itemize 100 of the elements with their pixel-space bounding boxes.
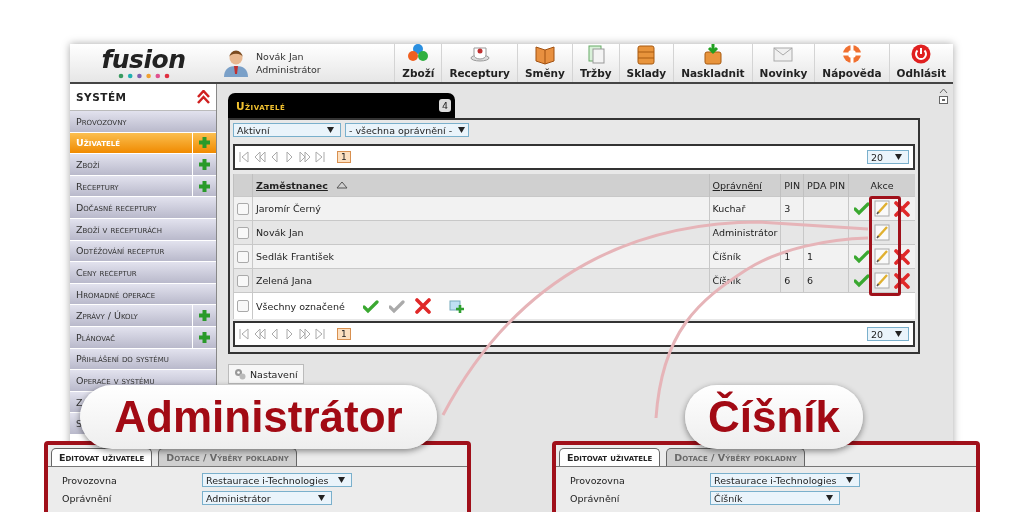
plus-icon[interactable] <box>198 330 211 344</box>
nav-button[interactable]: Tržby <box>571 44 619 82</box>
column-header: PIN <box>784 179 800 191</box>
field-label: Provozovna <box>570 474 626 486</box>
user-role: Administrátor <box>256 64 321 75</box>
power-icon <box>910 43 933 65</box>
row-checkbox[interactable] <box>237 202 249 215</box>
rewind-icon[interactable] <box>254 151 266 163</box>
user-avatar-icon <box>223 49 249 77</box>
previous-icon[interactable] <box>269 151 281 163</box>
check-icon[interactable] <box>362 298 379 314</box>
section-title: SYSTÉM <box>76 91 127 103</box>
caret-icon <box>338 477 345 483</box>
caret-icon <box>895 331 902 337</box>
box-icon <box>635 43 658 65</box>
nav-button[interactable]: Sklady <box>618 44 674 82</box>
sidebar-item[interactable]: Plánovač <box>70 326 216 349</box>
sidebar-item[interactable]: Provozovny <box>70 111 216 133</box>
tab[interactable]: Editovat uživatele <box>559 448 661 466</box>
table-cell: Jaromír Černý <box>256 203 321 214</box>
pencil-icon[interactable] <box>874 224 891 241</box>
plus-icon[interactable] <box>198 136 211 150</box>
nav-button[interactable]: Směny <box>516 44 572 82</box>
select-all-checkbox[interactable] <box>237 300 249 312</box>
scroll-top-icon[interactable] <box>938 87 948 94</box>
lifebuoy-icon <box>840 43 863 65</box>
fast-forward-icon[interactable] <box>299 151 311 163</box>
rewind-icon[interactable] <box>254 328 266 340</box>
delete-icon[interactable] <box>894 200 911 217</box>
last-page-icon[interactable] <box>314 328 326 340</box>
column-header: PDA PIN <box>807 179 846 191</box>
nav-button[interactable]: Nápověda <box>814 44 889 82</box>
caret-icon <box>895 154 902 160</box>
window-icon[interactable] <box>938 96 948 104</box>
table-cell: 1 <box>784 251 791 262</box>
table-cell: Novák Jan <box>256 227 304 238</box>
nav-button[interactable]: Naskladnit <box>673 44 752 82</box>
check-icon[interactable] <box>854 273 871 288</box>
fast-forward-icon[interactable] <box>299 328 311 340</box>
field-label: Oprávnění <box>570 492 621 504</box>
sidebar-item[interactable]: Odtěžování receptur <box>70 240 216 263</box>
delete-icon[interactable] <box>894 272 911 289</box>
row-checkbox[interactable] <box>237 226 249 239</box>
sidebar-item[interactable]: Hromadné operace <box>70 283 216 306</box>
collapse-icon[interactable] <box>197 90 210 104</box>
column-header: Akce <box>870 179 894 191</box>
tab[interactable]: Dotace / Výběry pokladny <box>666 448 805 466</box>
role-select[interactable]: Administrátor <box>202 491 332 505</box>
column-header[interactable]: Zaměstnanec <box>256 179 328 191</box>
callout-label: Číšník <box>707 392 840 442</box>
first-page-icon[interactable] <box>239 151 251 163</box>
caret-icon <box>846 477 853 483</box>
check-icon[interactable] <box>854 249 871 264</box>
table-cell: 6 <box>807 275 814 286</box>
sort-icon[interactable] <box>335 181 348 189</box>
previous-icon[interactable] <box>269 328 281 340</box>
row-checkbox[interactable] <box>237 274 249 287</box>
location-select[interactable]: Restaurace i-Technologies <box>202 473 352 487</box>
sidebar-item[interactable]: Receptury <box>70 175 216 198</box>
page-number[interactable]: 1 <box>337 328 351 340</box>
status-select[interactable]: Aktivní <box>233 123 341 137</box>
table-cell: 6 <box>784 275 791 286</box>
caret-icon <box>327 127 334 133</box>
gears-icon <box>234 368 246 380</box>
tab[interactable]: Editovat uživatele <box>51 448 153 466</box>
sidebar-item[interactable]: Zboží v recepturách <box>70 218 216 241</box>
sidebar-item[interactable]: Ceny receptur <box>70 262 216 284</box>
nav-button[interactable]: Zboží <box>394 44 442 82</box>
role-select[interactable]: Číšník <box>710 491 840 505</box>
role-select[interactable]: - všechna oprávnění - <box>345 123 469 137</box>
last-page-icon[interactable] <box>314 151 326 163</box>
sidebar-item[interactable]: Zprávy / Úkoly <box>70 305 216 327</box>
settings-button[interactable]: Nastavení <box>228 364 304 384</box>
add-icon[interactable] <box>448 298 465 314</box>
sidebar-item[interactable]: Zboží <box>70 154 216 176</box>
table-cell: 3 <box>784 203 791 214</box>
logo-dots-icon <box>117 72 170 79</box>
nav-button[interactable]: Novinky <box>751 44 815 82</box>
page-size-select[interactable]: 20 <box>867 327 909 341</box>
plus-icon[interactable] <box>198 158 211 171</box>
first-page-icon[interactable] <box>239 328 251 340</box>
plus-icon[interactable] <box>198 179 211 193</box>
page-size-select[interactable]: 20 <box>867 150 909 164</box>
sidebar-item[interactable]: Dočasné receptury <box>70 197 216 219</box>
nav-button[interactable]: Odhlásit <box>888 44 953 82</box>
nav-button[interactable]: Receptury <box>441 44 517 82</box>
sidebar-item[interactable]: Přihlášení do systému <box>70 348 216 371</box>
count-badge: 4 <box>438 99 451 112</box>
plus-icon[interactable] <box>198 309 211 323</box>
page-number[interactable]: 1 <box>337 151 351 163</box>
check-icon[interactable] <box>854 201 871 216</box>
caret-icon <box>826 495 833 501</box>
delete-icon[interactable] <box>894 248 911 265</box>
delete-icon[interactable] <box>414 298 431 314</box>
field-label: Oprávnění <box>62 492 113 504</box>
location-select[interactable]: Restaurace i-Technologies <box>710 473 860 487</box>
box-arrow-icon <box>701 43 724 65</box>
panel-title: Uživatelé <box>236 99 286 112</box>
table-cell: Administrátor <box>712 227 778 238</box>
row-checkbox[interactable] <box>237 250 249 263</box>
